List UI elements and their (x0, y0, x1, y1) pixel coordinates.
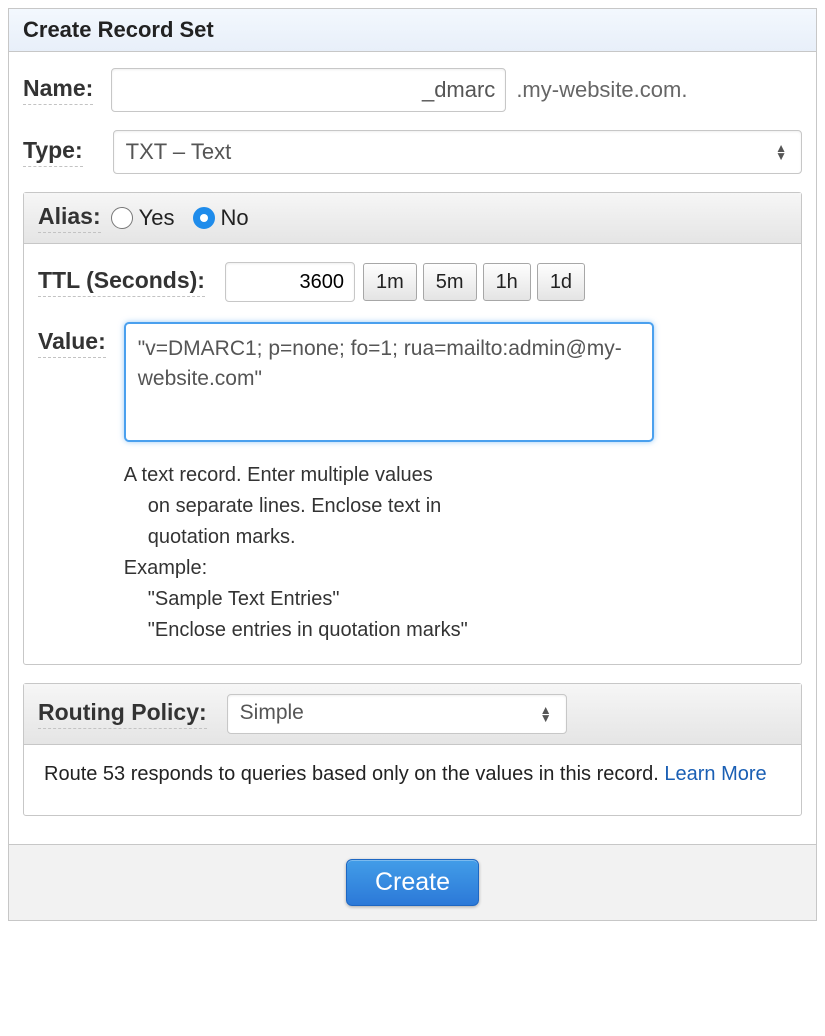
ttl-label: TTL (Seconds): (38, 267, 205, 297)
create-record-set-panel: Create Record Set Name: .my-website.com.… (8, 8, 817, 921)
routing-description: Route 53 responds to queries based only … (24, 745, 801, 815)
routing-selected-value: Simple (240, 701, 304, 724)
alias-header: Alias: Yes No (24, 193, 801, 244)
routing-label: Routing Policy: (38, 699, 207, 729)
alias-yes-radio[interactable]: Yes (111, 205, 175, 231)
help-example: "Sample Text Entries" (124, 584, 787, 615)
chevron-updown-icon: ▲▼ (540, 706, 552, 722)
radio-icon (193, 207, 215, 229)
value-help-text: A text record. Enter multiple values on … (124, 460, 787, 646)
ttl-1m-button[interactable]: 1m (363, 263, 417, 301)
alias-yes-label: Yes (139, 205, 175, 231)
value-label: Value: (38, 328, 106, 358)
alias-no-label: No (221, 205, 249, 231)
help-line: A text record. Enter multiple values (124, 464, 433, 486)
type-select[interactable]: TXT – Text ▲▼ (113, 130, 802, 174)
help-line: on separate lines. Enclose text in (124, 491, 787, 522)
value-textarea[interactable]: "v=DMARC1; p=none; fo=1; rua=mailto:admi… (124, 322, 654, 442)
panel-body: Name: .my-website.com. Type: TXT – Text … (9, 52, 816, 844)
help-line: quotation marks. (124, 522, 787, 553)
name-row: Name: .my-website.com. (23, 68, 802, 112)
type-label: Type: (23, 137, 83, 167)
type-row: Type: TXT – Text ▲▼ (23, 130, 802, 174)
routing-header: Routing Policy: Simple ▲▼ (24, 684, 801, 745)
alias-no-radio[interactable]: No (193, 205, 249, 231)
domain-suffix: .my-website.com. (516, 77, 687, 103)
alias-label: Alias: (38, 203, 101, 233)
help-example-label: Example: (124, 557, 207, 579)
ttl-5m-button[interactable]: 5m (423, 263, 477, 301)
learn-more-link[interactable]: Learn More (664, 763, 766, 785)
ttl-1h-button[interactable]: 1h (483, 263, 531, 301)
ttl-input[interactable] (225, 262, 355, 302)
type-selected-value: TXT – Text (126, 139, 232, 164)
routing-select[interactable]: Simple ▲▼ (227, 694, 567, 734)
ttl-1d-button[interactable]: 1d (537, 263, 585, 301)
chevron-updown-icon: ▲▼ (775, 144, 787, 160)
radio-icon (111, 207, 133, 229)
value-row: Value: "v=DMARC1; p=none; fo=1; rua=mail… (38, 322, 787, 646)
alias-body: TTL (Seconds): 1m 5m 1h 1d Value: "v=DMA… (24, 244, 801, 664)
alias-panel: Alias: Yes No TTL (Seconds): 1m 5m 1h (23, 192, 802, 665)
routing-description-text: Route 53 responds to queries based only … (44, 763, 664, 785)
routing-panel: Routing Policy: Simple ▲▼ Route 53 respo… (23, 683, 802, 816)
panel-footer: Create (9, 844, 816, 920)
name-label: Name: (23, 75, 93, 105)
panel-title: Create Record Set (9, 9, 816, 52)
create-button[interactable]: Create (346, 859, 479, 906)
name-input[interactable] (111, 68, 506, 112)
help-example: "Enclose entries in quotation marks" (124, 615, 787, 646)
ttl-row: TTL (Seconds): 1m 5m 1h 1d (38, 262, 787, 302)
value-column: "v=DMARC1; p=none; fo=1; rua=mailto:admi… (124, 322, 787, 646)
